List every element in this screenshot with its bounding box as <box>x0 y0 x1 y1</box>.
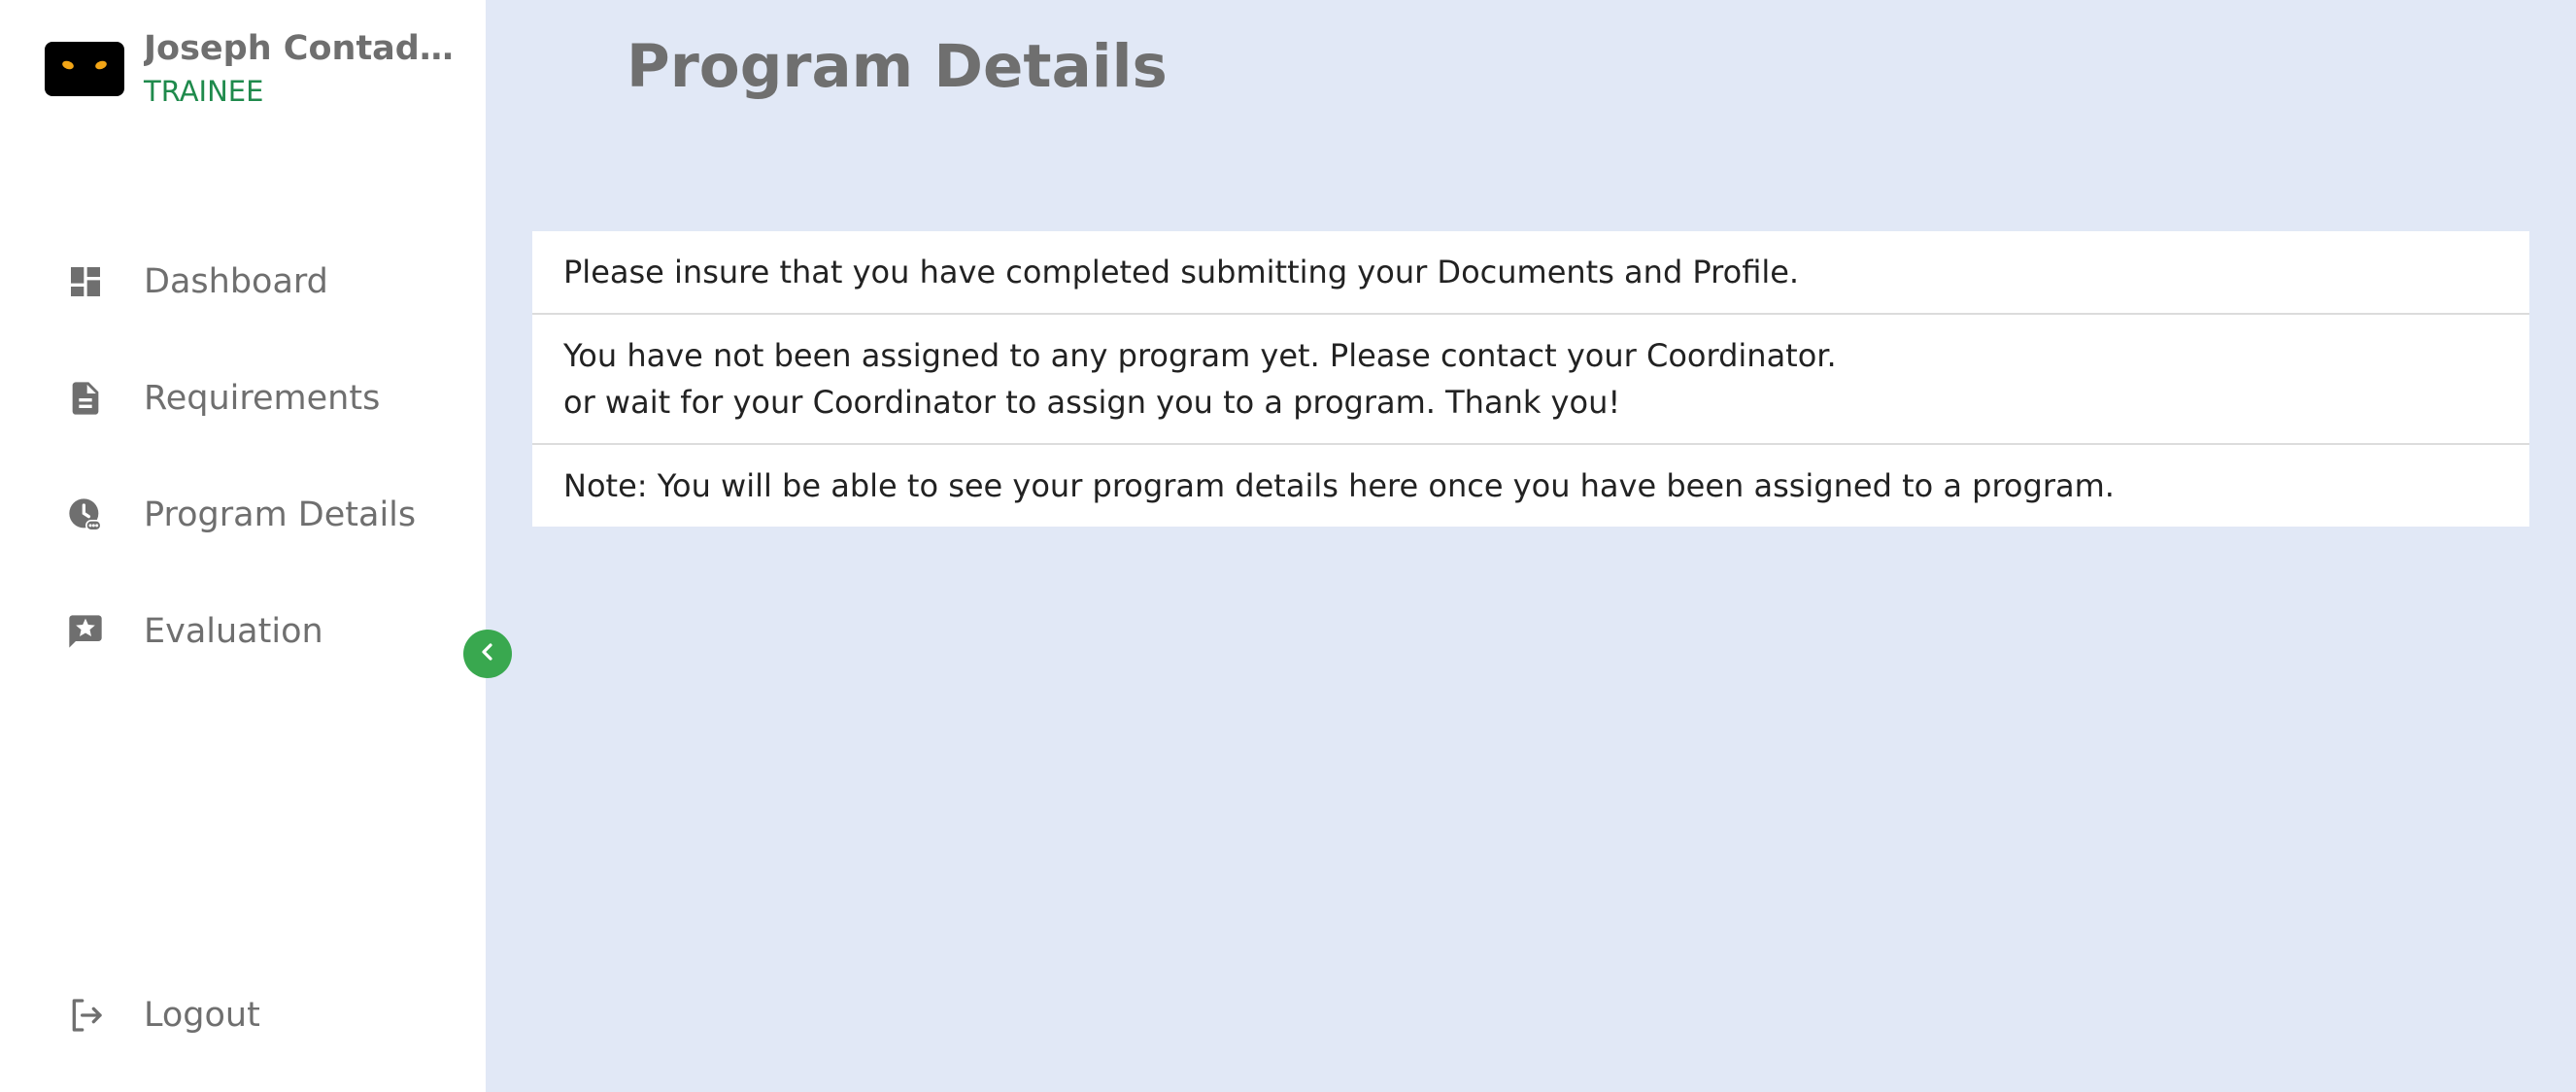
dashboard-icon <box>64 260 107 303</box>
sidebar-item-requirements[interactable]: Requirements <box>0 340 486 457</box>
user-name: Joseph Contad... <box>144 29 455 68</box>
not-assigned-text-line1: You have not been assigned to any progra… <box>563 337 1837 374</box>
documents-notice: Please insure that you have completed su… <box>532 231 2529 315</box>
avatar-eye-left <box>60 59 76 71</box>
collapse-sidebar-button[interactable] <box>463 630 512 678</box>
program-info-card: Please insure that you have completed su… <box>532 231 2529 527</box>
sidebar-item-program-details[interactable]: Program Details <box>0 457 486 573</box>
program-note: Note: You will be able to see your progr… <box>532 445 2529 527</box>
program-note-text: Note: You will be able to see your progr… <box>563 467 2115 504</box>
not-assigned-notice: You have not been assigned to any progra… <box>532 315 2529 445</box>
document-icon <box>64 377 107 420</box>
user-role: TRAINEE <box>144 75 264 108</box>
star-comment-icon <box>64 610 107 653</box>
sidebar-item-evaluation[interactable]: Evaluation <box>0 573 486 690</box>
avatar <box>45 42 124 96</box>
logout-label: Logout <box>144 996 260 1035</box>
sidebar-item-label: Dashboard <box>144 262 328 301</box>
user-profile: Joseph Contad... TRAINEE <box>45 27 455 111</box>
app: Joseph Contad... TRAINEE Dashboard Requi… <box>0 0 2576 1092</box>
logout-icon <box>64 994 107 1037</box>
sidebar-nav: Dashboard Requirements Program Details E… <box>0 223 486 690</box>
documents-notice-text: Please insure that you have completed su… <box>563 254 1800 290</box>
chevron-left-icon <box>476 640 499 667</box>
not-assigned-text-line2: or wait for your Coordinator to assign y… <box>563 384 1621 421</box>
profile-text: Joseph Contad... TRAINEE <box>144 27 455 111</box>
clock-settings-icon <box>64 494 107 536</box>
sidebar-item-label: Program Details <box>144 495 417 534</box>
avatar-eye-right <box>93 59 109 71</box>
sidebar: Joseph Contad... TRAINEE Dashboard Requi… <box>0 0 486 1092</box>
sidebar-item-label: Evaluation <box>144 612 323 651</box>
logout-button[interactable]: Logout <box>0 957 486 1074</box>
sidebar-item-dashboard[interactable]: Dashboard <box>0 223 486 340</box>
page-title: Program Details <box>627 32 1168 101</box>
sidebar-item-label: Requirements <box>144 379 381 418</box>
